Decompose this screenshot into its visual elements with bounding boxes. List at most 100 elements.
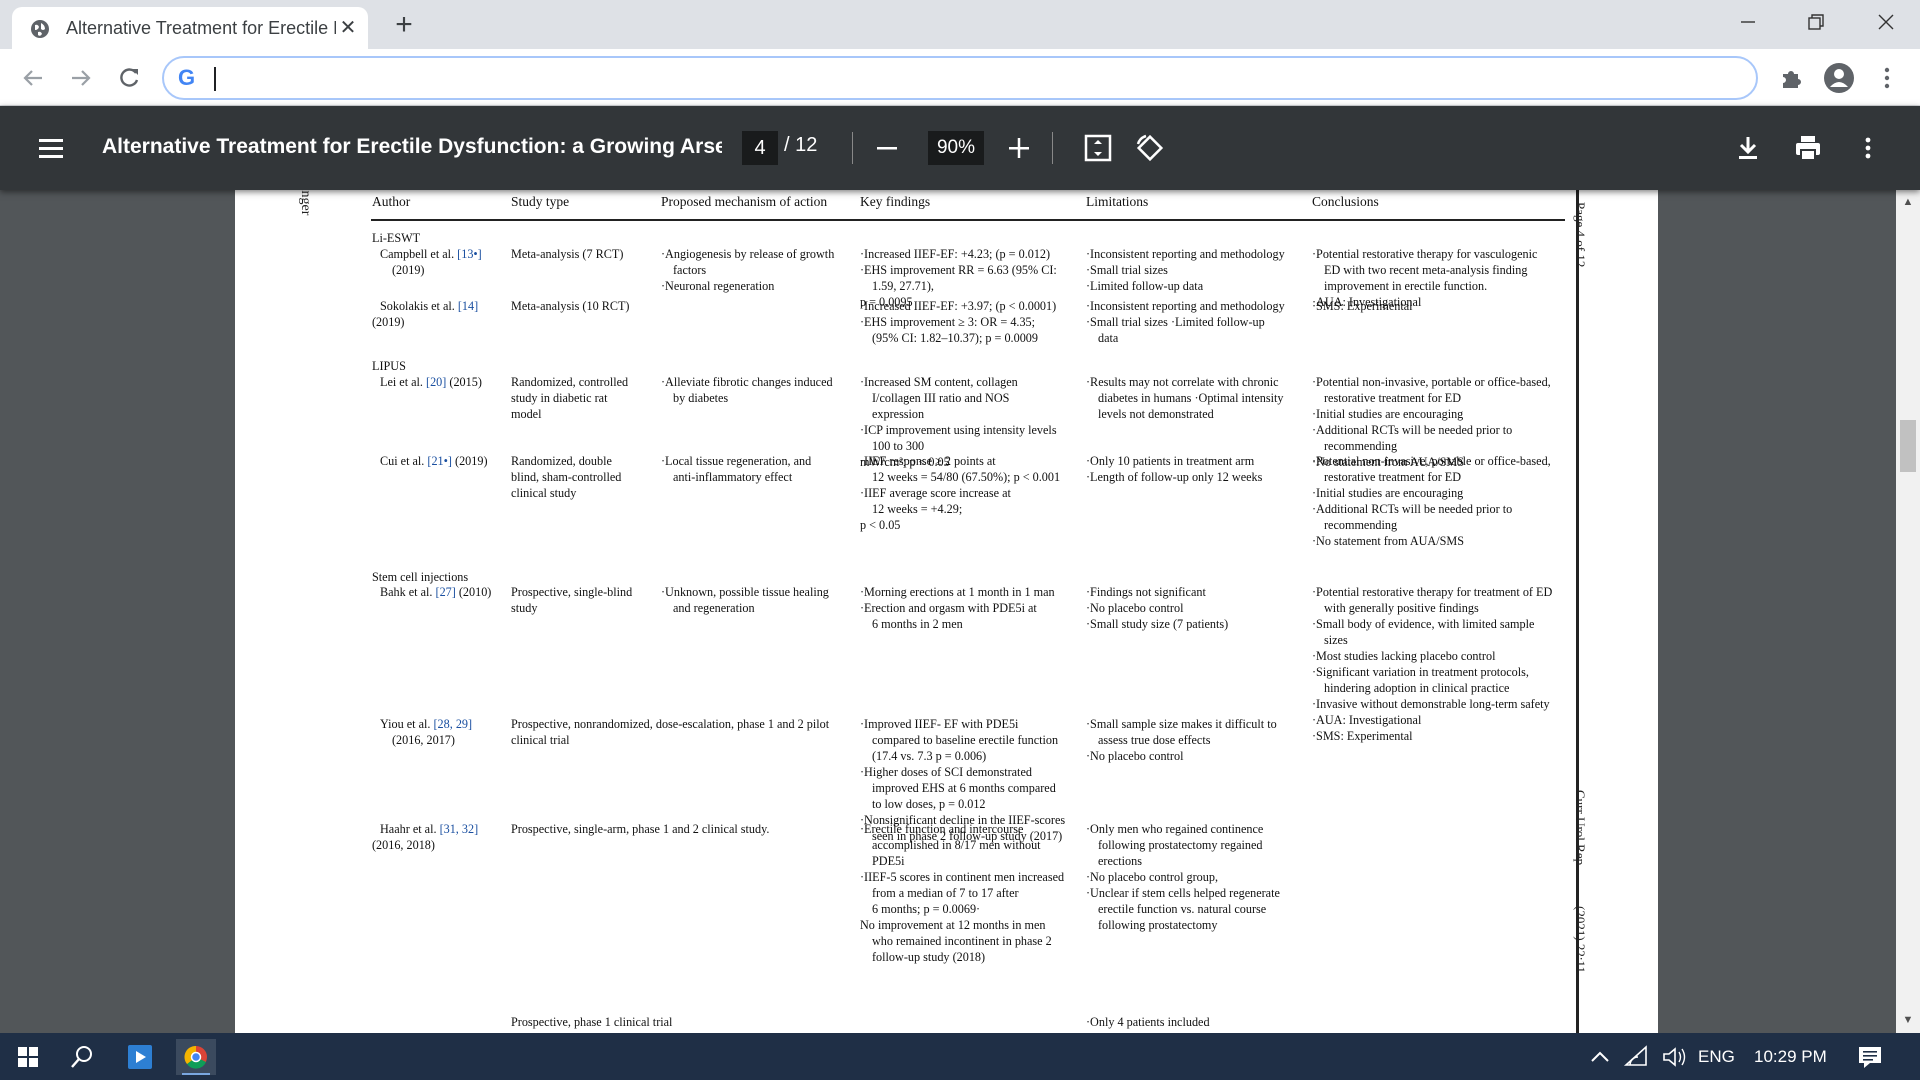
reload-icon[interactable] <box>112 61 146 95</box>
cell-text: (2019) <box>372 315 405 329</box>
citation-link[interactable]: [31, 32] <box>440 822 479 836</box>
cell-text: ·Initial studies are encouraging <box>1312 407 1464 421</box>
cell-text: follow-up study (2018) <box>872 950 986 964</box>
page-total: / 12 <box>784 134 818 156</box>
scroll-up-arrow-icon[interactable]: ▲ <box>1896 196 1920 210</box>
scroll-down-arrow-icon[interactable]: ▼ <box>1896 1014 1920 1028</box>
hamburger-menu-icon[interactable] <box>34 132 68 164</box>
cell-text: and regeneration <box>673 601 755 615</box>
cell-text: by diabetes <box>673 391 729 405</box>
wifi-icon[interactable] <box>1616 1039 1656 1075</box>
volume-icon[interactable] <box>1654 1039 1694 1075</box>
cell-text: ·Results may not correlate with chronic <box>1086 375 1279 389</box>
back-arrow-icon[interactable] <box>16 61 50 95</box>
cell-text: who remained incontinent in phase 2 <box>872 934 1052 948</box>
citation-link[interactable]: [13•] <box>457 247 482 261</box>
table-cell-author: Cui et al. [21•] (2019) <box>380 453 488 469</box>
download-icon[interactable] <box>1730 130 1766 166</box>
cell-text: Prospective, single-blind <box>511 585 633 599</box>
table-cell-limitations: ·Only 10 patients in treatment arm <box>1086 453 1254 469</box>
cell-text: ·No statement from AUA/SMS <box>1312 534 1464 548</box>
close-tab-icon[interactable]: ✕ <box>336 16 360 40</box>
zoom-in-icon[interactable] <box>1004 132 1034 164</box>
taskbar-clock[interactable]: 10:29 PM <box>1754 1047 1827 1067</box>
table-cell-conclusions: ·Additional RCTs will be needed prior to <box>1312 501 1512 517</box>
cell-text: 12 weeks = 54/80 (67.50%); p < 0.001 <box>872 470 1061 484</box>
cell-text: ·Increased IIEF-EF: +3.97; (p < 0.0001) <box>860 299 1057 313</box>
group-lipus: LIPUS <box>372 359 406 373</box>
restore-window-icon[interactable] <box>1786 5 1846 39</box>
table-cell-conclusions: improvement in erectile function. <box>1324 278 1487 294</box>
rotate-icon[interactable] <box>1132 130 1168 166</box>
citation-link[interactable]: [28, 29] <box>433 717 472 731</box>
cell-text: ·Significant variation in treatment prot… <box>1312 665 1529 679</box>
print-icon[interactable] <box>1790 130 1826 166</box>
table-cell-findings: ·IIEF-5 scores in continent men increase… <box>860 869 1064 885</box>
table-cell-conclusions: ·Potential restorative therapy for vascu… <box>1312 246 1537 262</box>
citation-link[interactable]: [21•] <box>427 454 452 468</box>
cell-text: factors <box>673 263 707 277</box>
pdf-viewer[interactable]: ringer Author Study type Proposed mechan… <box>0 190 1920 1033</box>
cell-text: 1.59, 27.71), <box>872 279 934 293</box>
table-cell-findings: ·EHS improvement RR = 6.63 (95% CI: <box>860 262 1057 278</box>
chevron-up-icon[interactable] <box>1580 1039 1620 1075</box>
table-cell-conclusions: recommending <box>1324 438 1397 454</box>
citation-link[interactable]: [27] <box>436 585 456 599</box>
zoom-level-input[interactable]: 90% <box>928 131 984 165</box>
extensions-puzzle-icon[interactable] <box>1774 61 1808 95</box>
cell-text: ·Findings not significant <box>1086 585 1206 599</box>
cell-text: ·Small body of evidence, with limited sa… <box>1312 617 1535 631</box>
vertical-scrollbar[interactable]: ▲ ▼ <box>1896 190 1920 1033</box>
table-cell-author: (2016, 2018) <box>372 837 435 853</box>
table-cell-author: Bahk et al. [27] (2010) <box>380 584 491 600</box>
citation-link[interactable]: [14] <box>458 299 478 313</box>
media-player-icon[interactable] <box>120 1039 160 1075</box>
cell-text: ·Potential non-invasive, portable or off… <box>1312 454 1551 468</box>
cell-text: ·IIEF response ≥ 2 points at <box>860 454 996 468</box>
address-bar[interactable]: G <box>162 56 1758 100</box>
cell-text: to low doses, p = 0.012 <box>872 797 986 811</box>
new-tab-icon[interactable]: + <box>386 10 422 40</box>
cell-text: ·Erectile function and intercourse <box>860 822 1024 836</box>
table-cell-findings: (17.4 vs. 7.3 p = 0.006) <box>872 748 986 764</box>
cell-text: ·Invasive without demonstrable long-term… <box>1312 697 1550 711</box>
globe-icon <box>31 20 49 38</box>
cell-text: blind, sham-controlled <box>511 470 622 484</box>
cell-text: ·SMS: Experimental <box>1312 729 1413 743</box>
group-stem-cell: Stem cell injections <box>372 570 469 584</box>
fit-to-page-icon[interactable] <box>1080 130 1116 166</box>
table-cell-limitations: following prostatectomy regained <box>1098 837 1262 853</box>
cell-text: (17.4 vs. 7.3 p = 0.006) <box>872 749 987 763</box>
table-cell-author: Sokolakis et al. [14] <box>380 298 478 314</box>
page-number-input[interactable]: 4 <box>742 131 778 165</box>
close-window-icon[interactable] <box>1856 5 1916 39</box>
table-cell-conclusions: restorative treatment for ED <box>1324 390 1461 406</box>
zoom-out-icon[interactable] <box>872 132 902 164</box>
scroll-thumb[interactable] <box>1900 420 1916 472</box>
more-options-icon[interactable] <box>1850 130 1886 166</box>
browser-tab[interactable]: Alternative Treatment for Erectile Dysfu… <box>12 7 368 49</box>
table-cell-conclusions: ED with two recent meta-analysis finding <box>1324 262 1527 278</box>
table-cell-conclusions: ·Significant variation in treatment prot… <box>1312 664 1529 680</box>
table-cell-conclusions: ·SMS: Experimental <box>1312 728 1413 744</box>
profile-avatar-icon[interactable] <box>1822 61 1856 95</box>
citation-link[interactable]: [20] <box>426 375 446 389</box>
table-cell-study: clinical trial <box>511 732 570 748</box>
cell-text: Lei et al. <box>380 375 427 389</box>
chrome-menu-icon[interactable] <box>1870 61 1904 95</box>
table-cell-findings: ·Increased IIEF-EF: +3.97; (p < 0.0001) <box>860 298 1056 314</box>
search-icon[interactable] <box>62 1039 102 1075</box>
cell-text: Yiou et al. <box>380 717 434 731</box>
cell-text: Prospective, single-arm, phase 1 and 2 c… <box>511 822 770 836</box>
chrome-taskbar-icon[interactable] <box>176 1039 216 1075</box>
table-cell-mechanism: by diabetes <box>673 390 728 406</box>
table-cell-findings: accomplished in 8/17 men without <box>872 837 1041 853</box>
language-indicator[interactable]: ENG <box>1698 1047 1735 1067</box>
side-page-label: Page 4 of 12 <box>1573 202 1588 268</box>
table-cell-limitations: ·No placebo control group, <box>1086 869 1218 885</box>
google-logo-icon: G <box>178 65 196 90</box>
notifications-icon[interactable] <box>1850 1039 1890 1075</box>
minimize-window-icon[interactable] <box>1718 5 1778 39</box>
windows-start-icon[interactable] <box>8 1039 48 1075</box>
forward-arrow-icon[interactable] <box>64 61 98 95</box>
